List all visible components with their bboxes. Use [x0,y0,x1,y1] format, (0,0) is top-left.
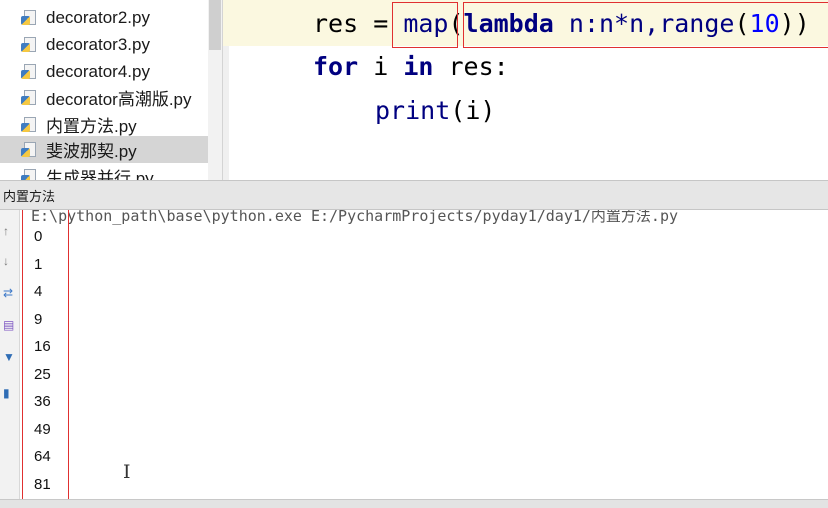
up-arrow-icon[interactable]: ↑ [3,224,15,238]
tree-item-builtin-methods[interactable]: 内置方法.py [0,111,222,138]
token-in: in [403,52,434,81]
project-tree: decorator2.py decorator3.py decorator4.p… [0,0,223,180]
tree-item-decorator4[interactable]: decorator4.py [0,58,222,85]
run-panel-header[interactable]: 内置方法 [0,180,828,210]
token-res-colon: res: [433,52,509,81]
annotation-box-map [392,2,458,48]
code-editor[interactable]: res = map(lambda n:n*n,range(10)) for i … [223,0,828,180]
pin-icon[interactable]: ▼ [3,350,15,364]
python-file-icon [21,116,37,133]
down-arrow-icon[interactable]: ↓ [3,254,15,268]
tree-item-label: decorator4.py [46,61,150,81]
python-file-icon [21,63,37,80]
tree-item-decorator-gaochao[interactable]: decorator高潮版.py [0,84,222,111]
run-tab-title[interactable]: 内置方法 [3,186,55,205]
python-file-icon [21,9,37,26]
token-print-args: (i) [450,96,496,125]
tree-item-label: decorator2.py [46,7,150,27]
tree-item-label: 斐波那契.py [46,142,137,161]
token-res: res [313,9,359,38]
run-console[interactable]: E:\python_path\base\python.exe E:/Pychar… [21,210,828,507]
annotation-box-output [22,210,69,503]
tree-item-generator-parallel[interactable]: 生成器并行.py [0,163,222,180]
token-for: for [313,52,359,81]
tree-item-decorator3[interactable]: decorator3.py [0,31,222,58]
tree-item-label: 生成器并行.py [46,169,154,180]
rerun-icon[interactable]: ⇄ [3,286,15,300]
trash-icon[interactable]: ▮ [3,386,15,400]
token-print: print [375,96,451,125]
tree-item-fibonacci[interactable]: 斐波那契.py [0,136,222,163]
tree-item-label: decorator高潮版.py [46,90,192,109]
filter-icon[interactable]: ▤ [3,318,15,332]
tree-item-decorator2[interactable]: decorator2.py [0,4,222,31]
annotation-box-lambda [463,2,828,48]
token-i: i [358,52,404,81]
python-file-icon [21,36,37,53]
run-command-line: E:\python_path\base\python.exe E:/Pychar… [31,210,678,225]
text-cursor-icon: I [123,461,131,483]
tree-item-label: decorator3.py [46,34,150,54]
python-file-icon [21,168,37,180]
run-toolbar: ↑ ↓ ⇄ ▤ ▼ ▮ [0,210,20,507]
tree-item-label: 内置方法.py [46,117,137,136]
code-line-3: print(i) [375,96,495,125]
python-file-icon [21,141,37,158]
code-line-2: for i in res: [313,52,509,81]
python-file-icon [21,89,37,106]
tree-scrollbar-thumb[interactable] [209,0,221,50]
